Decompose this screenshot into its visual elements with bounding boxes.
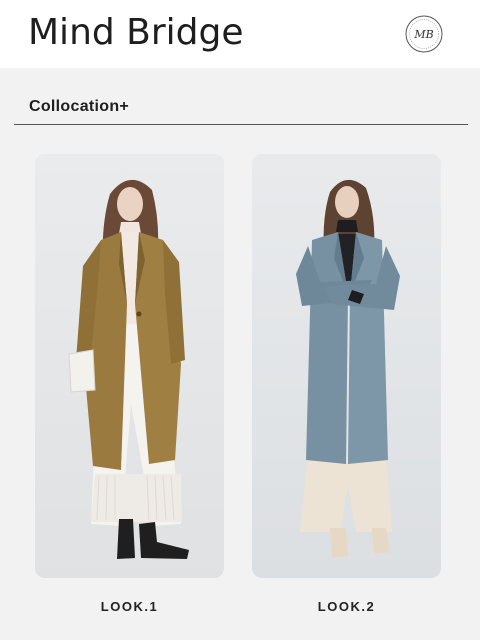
look-1-label: LOOK.1 [100, 599, 159, 614]
brand-logo-icon[interactable]: MB [405, 15, 443, 53]
look-2-label: LOOK.2 [317, 599, 376, 614]
section-title: Collocation+ [29, 98, 130, 115]
brand-name: Mind Bridge [28, 12, 244, 53]
section-divider [14, 124, 468, 125]
look-2-photo[interactable] [252, 154, 441, 578]
look-1-photo[interactable] [35, 154, 224, 578]
page-header: Mind Bridge MB [0, 0, 480, 68]
logo-monogram: MB [413, 28, 433, 41]
